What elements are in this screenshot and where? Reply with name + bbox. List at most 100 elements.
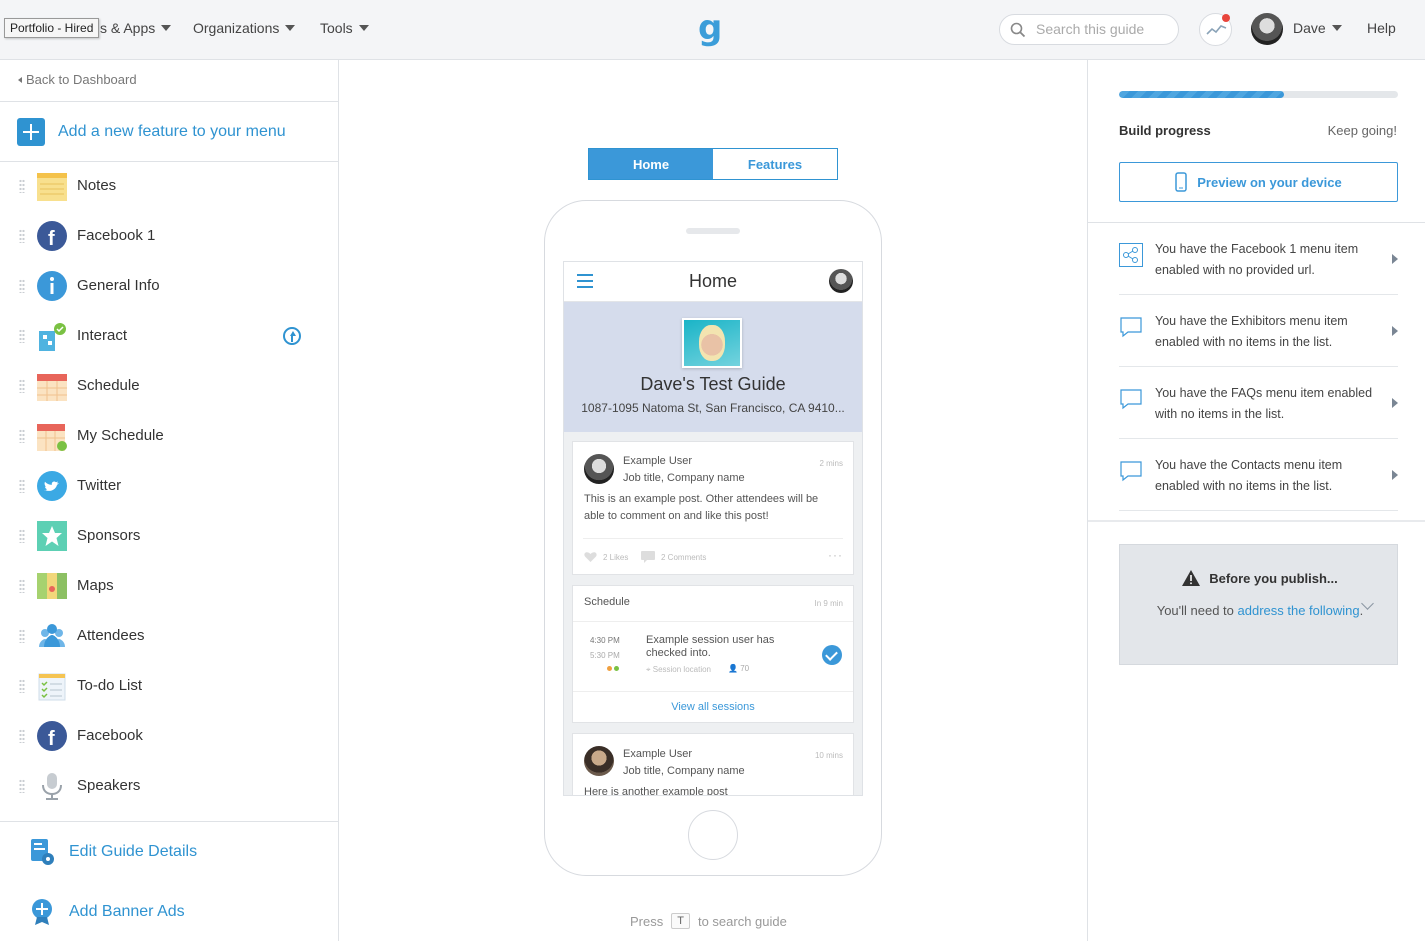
- map-icon: [37, 573, 67, 599]
- top-bar: Portfolio - Hired s & Apps Organizations…: [0, 0, 1425, 60]
- nav-tools-label: Tools: [320, 20, 353, 36]
- tag-dot: [614, 666, 619, 671]
- upload-icon[interactable]: [283, 327, 301, 345]
- drag-handle-icon[interactable]: [19, 529, 25, 543]
- avatar: [584, 746, 614, 776]
- speech-bubble-icon: [1120, 461, 1142, 482]
- nav-apps-menu[interactable]: s & Apps: [100, 20, 172, 36]
- divider: [1088, 520, 1425, 522]
- phone-speaker: [686, 228, 740, 234]
- address-following-link[interactable]: address the following: [1238, 603, 1360, 618]
- phone-home-button: [688, 810, 738, 860]
- sidebar-item-facebook-1[interactable]: f Facebook 1: [0, 211, 338, 261]
- user-avatar[interactable]: [1251, 13, 1283, 45]
- tab-features[interactable]: Features: [713, 149, 837, 179]
- microphone-icon: [42, 773, 62, 800]
- avatar[interactable]: [829, 269, 853, 293]
- sidebar-item-twitter[interactable]: Twitter: [0, 461, 338, 511]
- sidebar-item-label: Facebook: [77, 727, 143, 744]
- drag-handle-icon[interactable]: [19, 279, 25, 293]
- hint-text: Press: [630, 913, 664, 929]
- sidebar-item-sponsors[interactable]: Sponsors: [0, 511, 338, 561]
- notice-item[interactable]: You have the Facebook 1 menu item enable…: [1119, 223, 1398, 295]
- activity-button[interactable]: [1199, 13, 1232, 46]
- view-all-sessions-link[interactable]: View all sessions: [573, 701, 853, 713]
- sidebar-item-label: Maps: [77, 577, 114, 594]
- notice-item[interactable]: You have the Exhibitors menu item enable…: [1119, 295, 1398, 367]
- nav-tools-menu[interactable]: Tools: [320, 20, 369, 36]
- drag-handle-icon[interactable]: [19, 729, 25, 743]
- sidebar-item-label: Notes: [77, 177, 117, 194]
- before-publish-box[interactable]: Before you publish... You'll need to add…: [1119, 544, 1398, 665]
- sidebar-item-interact[interactable]: Interact: [0, 311, 338, 361]
- sidebar-item-facebook[interactable]: f Facebook: [0, 711, 338, 761]
- publish-text-start: You'll need to: [1156, 603, 1238, 618]
- sidebar-item-general-info[interactable]: General Info: [0, 261, 338, 311]
- sidebar-item-notes[interactable]: Notes: [0, 161, 338, 211]
- drag-handle-icon[interactable]: [19, 229, 25, 243]
- nav-organizations-menu[interactable]: Organizations: [193, 20, 296, 36]
- app-logo[interactable]: g: [698, 8, 722, 48]
- user-menu[interactable]: Dave: [1293, 20, 1342, 36]
- like-button[interactable]: 2 Likes: [584, 551, 628, 563]
- preview-on-device-button[interactable]: Preview on your device: [1119, 162, 1398, 202]
- back-to-dashboard-link[interactable]: Back to Dashboard: [18, 72, 137, 87]
- session-location: ⌖ Session location: [646, 665, 711, 675]
- comment-button[interactable]: 2 Comments: [641, 551, 706, 563]
- divider: [573, 691, 853, 692]
- post-card: Example User Job title, Company name 2 m…: [572, 441, 854, 575]
- tab-home[interactable]: Home: [589, 149, 713, 179]
- notice-item[interactable]: You have the FAQs menu item enabled with…: [1119, 367, 1398, 439]
- keep-going-label: Keep going!: [1327, 123, 1397, 138]
- drag-handle-icon[interactable]: [19, 379, 25, 393]
- schedule-card: Schedule In 9 min 4:30 PM 5:30 PM Exampl…: [572, 585, 854, 723]
- drag-handle-icon[interactable]: [19, 579, 25, 593]
- post-text: Here is another example post: [584, 786, 728, 796]
- avatar: [584, 454, 614, 484]
- notice-item[interactable]: You have the Contacts menu item enabled …: [1119, 439, 1398, 511]
- more-icon[interactable]: ···: [828, 548, 843, 562]
- sidebar-item-maps[interactable]: Maps: [0, 561, 338, 611]
- edit-guide-details-link[interactable]: Edit Guide Details: [30, 838, 197, 866]
- drag-handle-icon[interactable]: [19, 179, 25, 193]
- notification-dot: [1222, 14, 1230, 22]
- guide-address: 1087-1095 Natoma St, San Francisco, CA 9…: [581, 401, 845, 415]
- session-row[interactable]: 4:30 PM 5:30 PM Example session user has…: [573, 621, 853, 675]
- notice-text: You have the FAQs menu item enabled with…: [1155, 386, 1373, 421]
- post-subtitle: Job title, Company name: [623, 765, 745, 777]
- drag-handle-icon[interactable]: [19, 779, 25, 793]
- attendee-count-label: 70: [740, 664, 750, 673]
- preview-tabs: Home Features: [588, 148, 838, 180]
- calendar-icon: [37, 374, 67, 401]
- hint-text: to search guide: [697, 913, 787, 929]
- sidebar-item-label: Interact: [77, 327, 128, 344]
- post-subtitle: Job title, Company name: [623, 472, 745, 484]
- screen-title: Home: [688, 271, 737, 291]
- publish-text: You'll need to address the following.: [1150, 599, 1370, 622]
- session-location-label: Session location: [652, 665, 711, 674]
- sidebar-item-to-do-list[interactable]: To-do List: [0, 661, 338, 711]
- sidebar-item-speakers[interactable]: Speakers: [0, 761, 338, 811]
- search-input[interactable]: [1036, 21, 1166, 37]
- nav-organizations-label: Organizations: [193, 20, 280, 36]
- sidebar: Back to Dashboard Add a new feature to y…: [0, 60, 339, 941]
- drag-handle-icon[interactable]: [19, 679, 25, 693]
- drag-handle-icon[interactable]: [19, 629, 25, 643]
- drag-handle-icon[interactable]: [19, 329, 25, 343]
- chevron-right-icon: [1392, 254, 1398, 264]
- person-icon: 👤: [728, 664, 741, 673]
- sidebar-item-label: Twitter: [77, 477, 122, 494]
- sidebar-item-my-schedule[interactable]: My Schedule: [0, 411, 338, 461]
- help-link[interactable]: Help: [1367, 20, 1396, 36]
- location-pin-icon: ⌖: [646, 665, 653, 674]
- speech-bubble-icon: [1120, 317, 1142, 338]
- search-box[interactable]: [999, 14, 1179, 45]
- drag-handle-icon[interactable]: [19, 429, 25, 443]
- add-feature-button[interactable]: Add a new feature to your menu: [17, 118, 286, 146]
- add-banner-ads-link[interactable]: Add Banner Ads: [30, 898, 185, 926]
- guide-name: Dave's Test Guide: [640, 374, 786, 394]
- sidebar-item-schedule[interactable]: Schedule: [0, 361, 338, 411]
- sidebar-item-attendees[interactable]: Attendees: [0, 611, 338, 661]
- drag-handle-icon[interactable]: [19, 479, 25, 493]
- phone-frame: Home Dave's Test Guide 1087-1095 Natoma …: [544, 200, 882, 876]
